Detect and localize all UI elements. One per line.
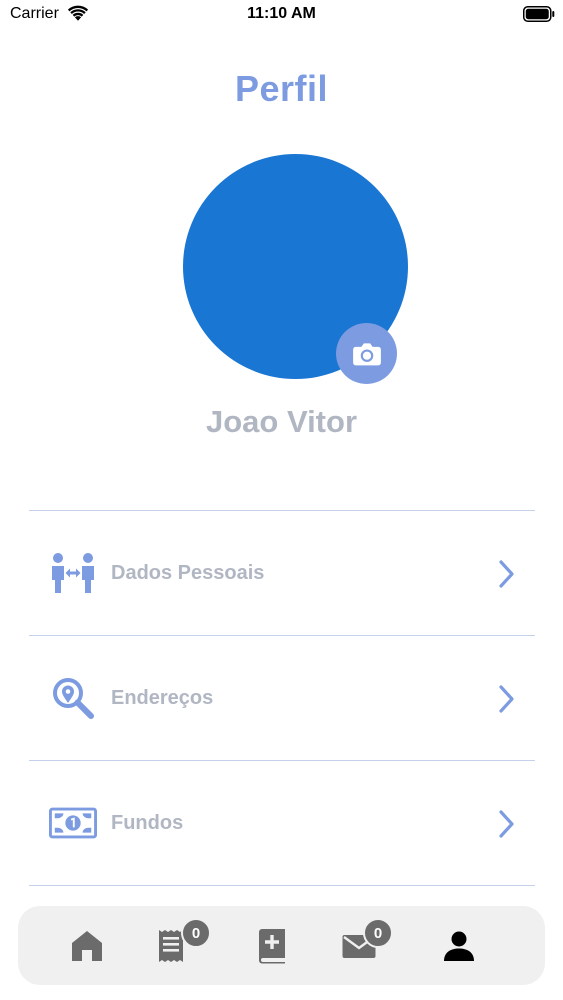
chevron-right-icon [499, 685, 514, 713]
clock: 11:10 AM [247, 5, 316, 22]
change-photo-button[interactable] [336, 323, 397, 384]
tab-messages[interactable]: 0 [319, 906, 399, 985]
tab-book[interactable] [232, 906, 312, 985]
menu-item-label: Fundos [111, 812, 184, 834]
menu-item-label: Endereços [111, 687, 214, 709]
menu-item-fundos[interactable]: Fundos [29, 760, 535, 886]
location-search-icon [49, 676, 97, 720]
medical-book-icon [259, 928, 285, 963]
profile-menu: Dados Pessoais Endereços Fundos [29, 510, 535, 886]
menu-item-dados-pessoais[interactable]: Dados Pessoais [29, 510, 535, 635]
person-icon [444, 931, 474, 961]
chevron-right-icon [499, 560, 514, 588]
home-icon [72, 930, 102, 961]
menu-item-label: Dados Pessoais [111, 562, 265, 584]
page-title: Perfil [234, 68, 329, 109]
menu-item-enderecos[interactable]: Endereços [29, 635, 535, 760]
people-exchange-icon [49, 551, 97, 595]
battery-icon [523, 6, 555, 22]
status-bar: Carrier 11:10 AM [0, 0, 563, 30]
banknote-icon [49, 801, 97, 845]
tab-receipts[interactable]: 0 [131, 906, 211, 985]
receipts-badge: 0 [181, 918, 211, 948]
tab-profile[interactable] [419, 906, 499, 985]
chevron-right-icon [499, 810, 514, 838]
tab-home[interactable] [47, 906, 127, 985]
user-name: Joao Vitor [205, 404, 358, 439]
tab-bar: 0 0 [18, 906, 545, 985]
messages-badge: 0 [363, 918, 393, 948]
camera-icon [352, 342, 381, 365]
